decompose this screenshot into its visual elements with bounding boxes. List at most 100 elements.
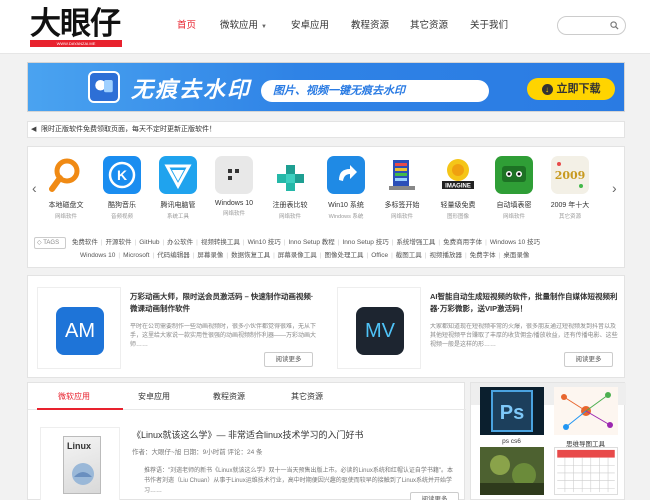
read-more-button[interactable]: 阅读更多: [410, 492, 459, 500]
nav-ms-apps[interactable]: 微软应用 ▼: [220, 15, 267, 37]
tag-link[interactable]: Windows 10: [80, 250, 115, 262]
tab-others[interactable]: 其它资源: [291, 391, 323, 402]
featured-card[interactable]: MV AI智能自动生成短视频的软件，批量制作自媒体短视频利器·万彩微影，送VIP…: [333, 283, 623, 375]
nav-about-label: 关于我们: [470, 20, 509, 31]
tag-link[interactable]: 免费软件: [72, 237, 98, 249]
search-icon[interactable]: [610, 21, 619, 30]
tag-separator: |: [226, 252, 229, 259]
tag-link[interactable]: 免费商用字体: [443, 237, 482, 249]
article-thumbnail[interactable]: Linux: [40, 427, 120, 500]
speaker-icon: ◀: [31, 126, 37, 133]
tag-separator: |: [118, 252, 121, 259]
tag-separator: |: [273, 252, 275, 259]
tag-link[interactable]: Inno Setup 技巧: [342, 237, 388, 249]
sidebar-item[interactable]: 思维导图工具: [550, 387, 621, 448]
featured-thumbnail[interactable]: MV: [337, 287, 421, 369]
nav-tutorials-label: 教程资源: [351, 20, 390, 31]
chevron-down-icon: ▼: [261, 24, 267, 30]
banner-subtitle: 图片、视频一键无痕去水印: [261, 80, 489, 102]
tag-separator: |: [283, 239, 286, 246]
chevron-right-icon[interactable]: ›: [612, 180, 617, 196]
download-button[interactable]: ↓ 立即下载: [527, 78, 615, 100]
app-name: 腾讯电脑管: [160, 202, 196, 209]
featured-title[interactable]: AI智能自动生成短视频的软件，批量制作自媒体短视频利器·万彩微影，送VIP激活码…: [430, 291, 618, 315]
tag-link[interactable]: Microsoft: [123, 250, 149, 262]
notice-bar[interactable]: ◀ 限时正版软件免费领取页面，每天不定时更新正版软件！: [27, 121, 625, 138]
svg-text:Ps: Ps: [499, 402, 523, 424]
tag-link[interactable]: Windows 10 技巧: [490, 237, 540, 249]
featured-thumbnail[interactable]: AM: [37, 287, 121, 369]
tag-link[interactable]: 图像处理工具: [325, 250, 364, 262]
tab-tutorials[interactable]: 教程资源: [213, 391, 245, 402]
article-item[interactable]: Linux 《Linux就该这么学》— 非常适合linux技术学习的入门好书 作…: [28, 415, 466, 500]
tag-link[interactable]: 桌面录像: [503, 250, 529, 262]
sidebar-item[interactable]: [476, 447, 547, 498]
nav-android[interactable]: 安卓应用: [291, 15, 329, 37]
tags-row: Windows 10 | Microsoft | 代码编辑器 | 屏幕录像 | 数据恢复工具 | 屏…: [34, 250, 620, 262]
tag-link[interactable]: 屏幕录像: [197, 250, 223, 262]
app-card[interactable]: IMAGINE 轻量级免费 图形图像: [430, 156, 486, 220]
tag-link[interactable]: GitHub: [139, 237, 159, 249]
app-card[interactable]: 多标签开始 网络软件: [374, 156, 430, 220]
windows-menu-icon: [215, 156, 253, 194]
tag-link[interactable]: 视频播放器: [429, 250, 462, 262]
featured-title[interactable]: 万彩动画大师，限时送会员激活码 – 快速制作动画视频·微课动画制作软件: [130, 291, 318, 315]
app-name: 本地磁盘文: [48, 202, 84, 209]
nav-about[interactable]: 关于我们: [470, 15, 508, 37]
sidebar-item[interactable]: [550, 447, 621, 498]
tag-link[interactable]: Office: [371, 250, 388, 262]
nav-tutorials[interactable]: 教程资源: [351, 15, 389, 37]
app-category: 网络软件: [222, 211, 245, 217]
sidebar-item[interactable]: Ps ps cs6: [476, 387, 547, 445]
app-card[interactable]: 2009 2009 年十大 其它资源: [542, 156, 598, 220]
app-name: 自动填表密: [496, 202, 532, 209]
tag-link[interactable]: 视频转换工具: [201, 237, 240, 249]
app-card[interactable]: K 酷狗音乐 音频视频: [94, 156, 150, 220]
read-more-button[interactable]: 阅读更多: [564, 352, 613, 367]
promo-banner[interactable]: 无痕去水印 图片、视频一键无痕去水印 ↓ 立即下载: [27, 62, 625, 112]
app-card[interactable]: 自动填表密 网络软件: [486, 156, 542, 220]
site-logo[interactable]: 大眼仔 WWW.DAYANZAI.ME: [30, 7, 122, 49]
app-card[interactable]: Windows 10 网络软件: [206, 156, 262, 217]
tag-link[interactable]: 代码编辑器: [157, 250, 190, 262]
download-icon: ↓: [541, 83, 553, 95]
app-card[interactable]: 注册表比较 网络软件: [262, 156, 318, 220]
article-title[interactable]: 《Linux就该这么学》— 非常适合linux技术学习的入门好书: [132, 428, 364, 441]
article-desc: 推荐语："刘遄老师的新书《Linux就该这么学》双十一当天预售出版上市。必读的L…: [144, 468, 453, 494]
tag-separator: |: [319, 252, 322, 259]
imagine-icon: IMAGINE: [439, 156, 477, 194]
app-category: 网络软件: [54, 214, 77, 220]
roboform-icon: [495, 156, 533, 194]
multi-tab-icon: [383, 156, 421, 194]
mv-icon: MV: [356, 307, 404, 355]
featured-card[interactable]: AM 万彩动画大师，限时送会员激活码 – 快速制作动画视频·微课动画制作软件 平…: [33, 283, 323, 375]
tag-link[interactable]: Inno Setup 教程: [289, 237, 335, 249]
app-name: 注册表比较: [272, 202, 308, 209]
tag-separator: |: [242, 239, 245, 246]
search-input[interactable]: [557, 16, 626, 35]
nav-ms-apps-label: 微软应用: [220, 20, 259, 31]
tag-link[interactable]: 截图工具: [396, 250, 422, 262]
tag-link[interactable]: 办公软件: [167, 237, 193, 249]
tab-ms-apps[interactable]: 微软应用: [58, 391, 90, 402]
tag-link[interactable]: Win10 技巧: [248, 237, 281, 249]
sidebar-panel: Ps ps cs6 思维导图工具: [470, 382, 626, 500]
tag-link[interactable]: 数据恢复工具: [231, 250, 270, 262]
app-card[interactable]: Win10 系统 Windows 系统: [318, 156, 374, 220]
app-category: 网络软件: [390, 214, 413, 220]
svg-text:IMAGINE: IMAGINE: [445, 184, 471, 190]
read-more-button[interactable]: 阅读更多: [264, 352, 313, 367]
tag-link[interactable]: 系统增强工具: [396, 237, 435, 249]
nav-home[interactable]: 首页: [177, 15, 196, 37]
app-card[interactable]: 腾讯电脑管 系统工具: [150, 156, 206, 220]
chevron-left-icon[interactable]: ‹: [32, 180, 37, 196]
tab-active-indicator: [37, 408, 123, 410]
tag-link[interactable]: 屏幕录像工具: [278, 250, 317, 262]
nav-others[interactable]: 其它资源: [410, 15, 448, 37]
tag-link[interactable]: 开源软件: [106, 237, 132, 249]
book-cover-icon: Linux: [63, 436, 101, 494]
app-card[interactable]: 本地磁盘文 网络软件: [38, 156, 94, 220]
tag-link[interactable]: 免费字体: [470, 250, 496, 262]
kugou-icon: K: [103, 156, 141, 194]
tab-android[interactable]: 安卓应用: [138, 391, 170, 402]
